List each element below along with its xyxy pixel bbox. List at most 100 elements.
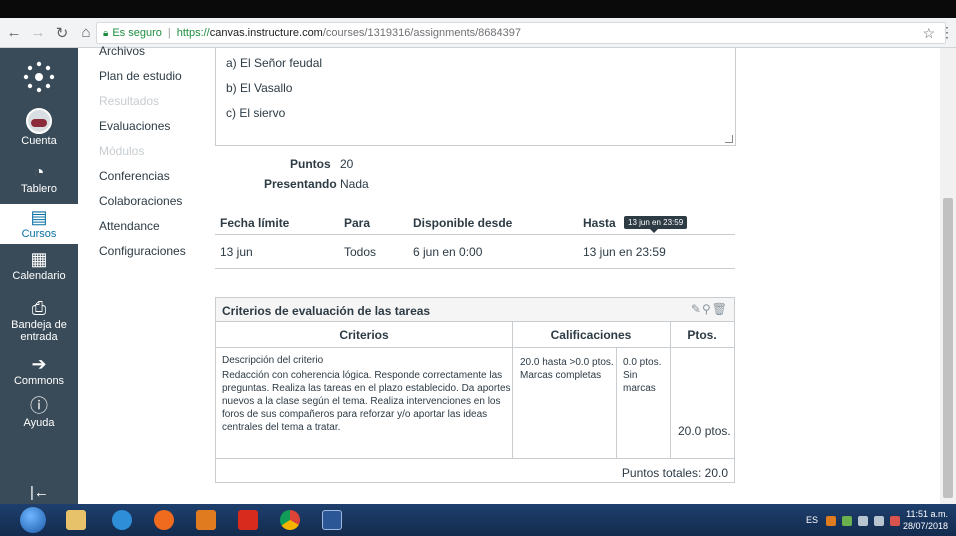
due-header-divider	[215, 234, 735, 235]
url-scheme: https://	[176, 27, 210, 39]
rating-full-pts: 20.0 hasta >0.0 ptos.	[520, 357, 614, 368]
course-nav-settings[interactable]: Configuraciones	[99, 244, 186, 258]
file-explorer-icon[interactable]	[66, 510, 86, 530]
edit-icon[interactable]: ✎	[691, 302, 702, 316]
due-header-available: Disponible desde	[413, 216, 513, 230]
window-top-strip	[0, 0, 956, 18]
rating-none: 0.0 ptos. Sin marcas	[623, 356, 667, 395]
word-icon[interactable]	[322, 510, 342, 530]
rating-full-desc: Marcas completas	[520, 370, 602, 381]
global-nav-dashboard-label: Tablero	[20, 183, 58, 195]
global-nav-courses[interactable]: ▤ Cursos	[0, 204, 78, 244]
global-nav-calendar[interactable]: ▦ Calendario	[0, 249, 78, 282]
volume-icon[interactable]	[874, 516, 884, 526]
rubric-col-divider-2	[670, 322, 671, 458]
language-indicator[interactable]: ES	[806, 515, 818, 525]
rubric-header-ratings-label: Calificaciones	[550, 327, 632, 342]
dashboard-icon: ◔	[33, 162, 45, 182]
rubric-header-criteria: Criterios	[216, 322, 512, 348]
due-date-value: 13 jun	[220, 245, 253, 259]
global-nav-inbox-label: Bandeja de entrada	[11, 319, 67, 343]
global-nav-commons-label: Commons	[13, 375, 65, 387]
reload-icon[interactable]: ↻	[52, 23, 72, 43]
due-header-until: Hasta	[583, 216, 616, 230]
global-nav: Cuenta ◔ Tablero ▤ Cursos ▦ Calendario ⎙…	[0, 48, 78, 504]
criterion-title: Descripción del criterio	[222, 355, 324, 366]
clock[interactable]: 11:51 a.m. 28/07/2018	[903, 508, 948, 532]
tray-alert-icon[interactable]	[890, 516, 900, 526]
browser-menu-icon[interactable]: ⋮	[940, 24, 954, 41]
rubric-tools: ✎⚲🗑︎	[691, 302, 728, 316]
rubric-header-pts: Ptos.	[670, 322, 734, 348]
course-nav-quizzes[interactable]: Evaluaciones	[99, 119, 170, 133]
criterion-description: Redacción con coherencia lógica. Respond…	[222, 370, 511, 433]
course-nav-modules: Módulos	[99, 144, 145, 158]
home-icon[interactable]: ⌂	[76, 23, 96, 43]
firefox-icon[interactable]	[154, 510, 174, 530]
secure-label: Es seguro	[112, 27, 162, 39]
clock-time: 11:51 a.m.	[906, 509, 948, 519]
rubric-rating-divider	[616, 348, 617, 458]
criterion-points: 20.0 ptos.	[678, 424, 731, 438]
global-nav-help-label: Ayuda	[23, 417, 55, 429]
course-nav-attendance[interactable]: Attendance	[99, 219, 160, 233]
rubric-header-pts-label: Ptos.	[687, 327, 717, 342]
address-bar[interactable]: 🔒︎ Es seguro | https:// canvas.instructu…	[96, 22, 946, 44]
rubric-footer-divider	[216, 458, 734, 459]
tray-app-icon[interactable]	[826, 516, 836, 526]
media-player-icon[interactable]	[196, 510, 216, 530]
answer-option-b: b) El Vasallo	[226, 81, 293, 95]
pdf-reader-icon[interactable]	[238, 510, 258, 530]
calendar-icon: ▦	[30, 249, 48, 269]
answer-option-c: c) El siervo	[226, 106, 286, 120]
answer-options-box[interactable]: a) El Señor feudal b) El Vasallo c) El s…	[215, 48, 736, 146]
start-button[interactable]	[20, 507, 46, 533]
book-icon: ▤	[30, 207, 48, 227]
back-icon[interactable]: ←	[4, 23, 24, 43]
points-value: 20	[340, 157, 354, 171]
course-nav-collaborations[interactable]: Colaboraciones	[99, 194, 182, 208]
due-row-divider	[215, 268, 735, 269]
tray-shield-icon[interactable]	[842, 516, 852, 526]
global-nav-help[interactable]: ⓘ Ayuda	[0, 396, 78, 429]
rubric-header-ratings: Calificaciones	[512, 322, 670, 348]
global-nav-commons[interactable]: ➔ Commons	[0, 354, 78, 387]
page-scrollbar[interactable]	[940, 48, 956, 504]
canvas-logo-icon[interactable]	[22, 60, 56, 94]
address-separator: |	[167, 27, 171, 39]
answer-option-a: a) El Señor feudal	[226, 56, 323, 70]
rubric-total: Puntos totales: 20.0	[621, 466, 728, 480]
taskbar: ES 11:51 a.m. 28/07/2018	[0, 504, 956, 536]
course-nav-files[interactable]: Archivos	[99, 44, 145, 58]
commons-icon: ➔	[31, 354, 47, 374]
until-tooltip: 13 jun en 23:59	[624, 216, 688, 233]
global-nav-dashboard[interactable]: ◔ Tablero	[0, 162, 78, 195]
course-nav-syllabus[interactable]: Plan de estudio	[99, 69, 182, 83]
submitting-label: Presentando	[264, 177, 337, 191]
search-icon[interactable]: ⚲	[702, 302, 712, 316]
chrome-icon[interactable]	[280, 510, 300, 530]
trash-icon[interactable]: 🗑︎	[712, 302, 728, 316]
network-icon[interactable]	[858, 516, 868, 526]
rubric-title: Criterios de evaluación de las tareas	[222, 304, 431, 318]
scrollbar-thumb[interactable]	[943, 198, 953, 498]
course-nav-conferences[interactable]: Conferencias	[99, 169, 170, 183]
rubric-title-bar: Criterios de evaluación de las tareas ✎⚲…	[216, 298, 734, 322]
rating-none-desc: Sin marcas	[623, 370, 656, 394]
bookmark-star-icon[interactable]: ☆	[922, 25, 935, 42]
rubric-col-divider-1	[512, 322, 513, 458]
global-nav-account-label: Cuenta	[21, 135, 57, 147]
internet-explorer-icon[interactable]	[112, 510, 132, 530]
course-nav-outcomes: Resultados	[99, 94, 160, 108]
global-nav-account[interactable]: Cuenta	[0, 108, 78, 147]
due-header-date: Fecha límite	[220, 216, 290, 230]
rubric-table: Criterios de evaluación de las tareas ✎⚲…	[215, 297, 735, 483]
forward-icon[interactable]: →	[28, 23, 48, 43]
url-path: /courses/1319316/assignments/8684397	[322, 27, 521, 39]
clock-date: 28/07/2018	[902, 521, 948, 531]
global-nav-calendar-label: Calendario	[12, 270, 66, 282]
resize-handle-icon[interactable]	[725, 135, 733, 143]
collapse-nav-icon[interactable]: |←	[30, 484, 49, 501]
points-label: Puntos	[290, 157, 331, 171]
global-nav-inbox[interactable]: ⎙ Bandeja de entrada	[0, 298, 78, 343]
